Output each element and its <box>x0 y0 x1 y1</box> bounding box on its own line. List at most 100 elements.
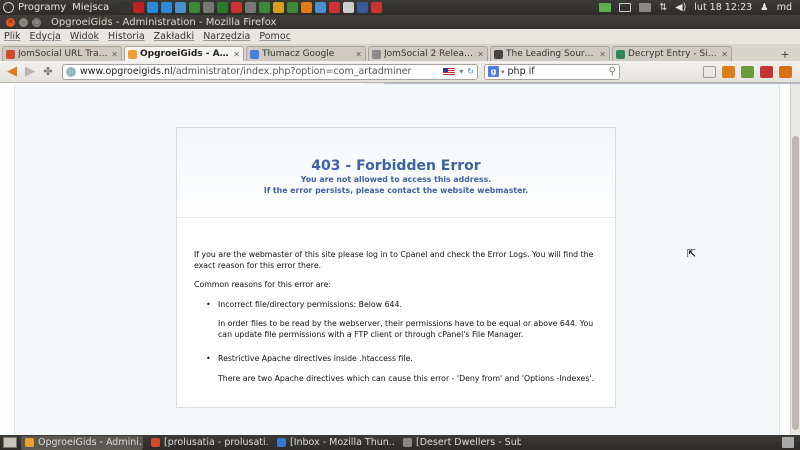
forward-icon[interactable]: ▶ <box>22 64 38 80</box>
browser-tab[interactable]: OpgroeiGids - Admin...✕ <box>124 46 244 61</box>
back-icon[interactable]: ◀ <box>4 64 20 80</box>
close-tab-icon[interactable]: ✕ <box>721 50 728 59</box>
mail-icon[interactable] <box>703 65 716 78</box>
taskbar-item[interactable]: [Desert Dwellers - Sub... <box>399 436 521 450</box>
app-icon <box>151 438 160 447</box>
menu-item[interactable]: Edycja <box>30 31 61 42</box>
mouse-cursor-icon: ⇱ <box>687 247 697 260</box>
system-tray: ⇅ ◀) lut 18 12:23 ♟ md <box>599 2 800 13</box>
gimp-icon[interactable] <box>203 2 215 13</box>
window-close-icon[interactable]: ✕ <box>6 17 15 27</box>
terminal-icon[interactable] <box>119 2 131 13</box>
update-icon[interactable] <box>599 3 612 12</box>
reason-item: • Restrictive Apache directives inside .h… <box>194 354 600 365</box>
window-title-bar: ✕ – □ OpgroeiGids - Administration - Moz… <box>0 15 800 29</box>
play-icon[interactable] <box>217 2 229 13</box>
favicon-icon <box>250 49 259 59</box>
browser-tab[interactable]: Decrypt Entry - Simple...✕ <box>612 46 732 61</box>
network-icon[interactable]: ⇅ <box>659 2 667 13</box>
browser-tab[interactable]: Tłumacz Google ✕ <box>246 46 366 61</box>
ubuntu-logo-icon[interactable] <box>3 2 14 13</box>
places-menu[interactable]: Miejsca <box>72 2 109 13</box>
weather-icon[interactable] <box>273 2 285 13</box>
stop-icon[interactable] <box>371 2 383 13</box>
error-subtitle: You are not allowed to access this addre… <box>300 175 492 184</box>
dropdown-icon[interactable]: ▾ <box>459 67 463 76</box>
keyboard-icon[interactable] <box>245 2 257 13</box>
window-title: OpgroeiGids - Administration - Mozilla F… <box>51 16 277 28</box>
site-identity-icon[interactable] <box>66 66 76 77</box>
trash-icon[interactable] <box>782 437 794 448</box>
search-engine-dropdown-icon[interactable]: ▾ <box>501 68 505 76</box>
url-domain: www.opgroeigids.nl <box>80 66 173 77</box>
sync-icon[interactable] <box>259 2 271 13</box>
lock-icon[interactable] <box>231 2 243 13</box>
close-tab-icon[interactable]: ✕ <box>233 50 240 59</box>
menu-item[interactable]: Widok <box>70 31 99 42</box>
reason-title: Incorrect file/directory permissions: Be… <box>218 299 402 309</box>
taskbar-label: OpgroeiGids - Admini... <box>38 437 143 448</box>
search-input[interactable]: php if <box>508 66 535 77</box>
addon-icon[interactable]: ✤ <box>40 64 56 80</box>
skype-icon[interactable] <box>161 2 173 13</box>
taskbar-item[interactable]: [prolusatia - prolusati... <box>147 436 269 450</box>
user-icon[interactable]: ♟ <box>760 2 769 13</box>
volume-icon[interactable]: ◀) <box>675 2 686 13</box>
browser-tab[interactable]: JomSocial 2 Release... ✕ <box>368 46 488 61</box>
close-tab-icon[interactable]: ✕ <box>111 50 118 59</box>
virtualbox-icon[interactable] <box>357 2 369 13</box>
browser-tab[interactable]: The Leading Source O...✕ <box>490 46 610 61</box>
document-icon[interactable] <box>343 2 355 13</box>
firefox-icon[interactable] <box>301 2 313 13</box>
clock[interactable]: lut 18 12:23 <box>694 2 752 13</box>
google-icon[interactable]: g <box>488 66 499 77</box>
vertical-scrollbar[interactable] <box>790 84 800 435</box>
favicon-icon <box>494 49 503 59</box>
menu-item[interactable]: Pomoc <box>259 31 291 42</box>
flag-icon[interactable] <box>443 67 456 76</box>
addon-icon[interactable] <box>741 65 754 78</box>
window-maximize-icon[interactable]: □ <box>32 17 41 27</box>
taskbar-item[interactable]: [Inbox - Mozilla Thun... <box>273 436 395 450</box>
bullet-icon: • <box>206 354 211 363</box>
taskbar-item[interactable]: OpgroeiGids - Admini... <box>21 435 143 450</box>
show-desktop-icon[interactable] <box>3 437 17 448</box>
screenshot-icon[interactable] <box>315 2 327 13</box>
close-tab-icon[interactable]: ✕ <box>355 50 362 59</box>
chrome-icon[interactable] <box>287 2 299 13</box>
system-top-panel: Programy Miejsca ⇅ ◀) lut 18 12:23 ♟ md <box>0 0 800 15</box>
opera-icon[interactable] <box>329 2 341 13</box>
app-icon <box>25 438 34 447</box>
favicon-icon <box>6 49 15 59</box>
browser-tab[interactable]: JomSocial URL Translat...✕ <box>2 46 122 61</box>
menu-item[interactable]: Zakładki <box>154 31 195 42</box>
window-minimize-icon[interactable]: – <box>19 17 28 27</box>
addon-icon[interactable] <box>779 65 792 78</box>
close-tab-icon[interactable]: ✕ <box>477 50 484 59</box>
search-icon[interactable]: ⚲ <box>609 66 616 77</box>
user-name[interactable]: md <box>777 2 792 13</box>
close-tab-icon[interactable]: ✕ <box>599 50 606 59</box>
error-subtitle: If the error persists, please contact th… <box>263 186 529 195</box>
url-bar[interactable]: www.opgroeigids.nl/administrator/index.p… <box>62 63 478 80</box>
mail-icon[interactable] <box>619 3 632 12</box>
skype-icon[interactable] <box>147 2 159 13</box>
menu-item[interactable]: Narzędzia <box>203 31 250 42</box>
search-bar[interactable]: g ▾ php if ⚲ <box>484 63 620 80</box>
intro-text: If you are the webmaster of this site pl… <box>194 250 594 270</box>
scrollbar-thumb[interactable] <box>792 136 799 430</box>
filezilla-icon[interactable] <box>133 2 145 13</box>
new-tab-icon[interactable]: + <box>778 47 792 61</box>
apps-menu[interactable]: Programy <box>18 2 66 13</box>
reason-title: Restrictive Apache directives inside .ht… <box>218 354 413 363</box>
menu-item[interactable]: Historia <box>108 31 145 42</box>
chat-icon[interactable] <box>175 2 187 13</box>
taskbar-label: [Inbox - Mozilla Thun... <box>290 437 395 448</box>
addon-icon[interactable] <box>760 65 773 78</box>
reload-icon[interactable]: ↻ <box>467 67 474 76</box>
chrome-icon[interactable] <box>189 2 201 13</box>
chat-status-icon[interactable] <box>639 3 652 12</box>
menu-item[interactable]: Plik <box>4 31 21 42</box>
favicon-icon <box>616 49 625 59</box>
home-icon[interactable] <box>722 65 735 78</box>
